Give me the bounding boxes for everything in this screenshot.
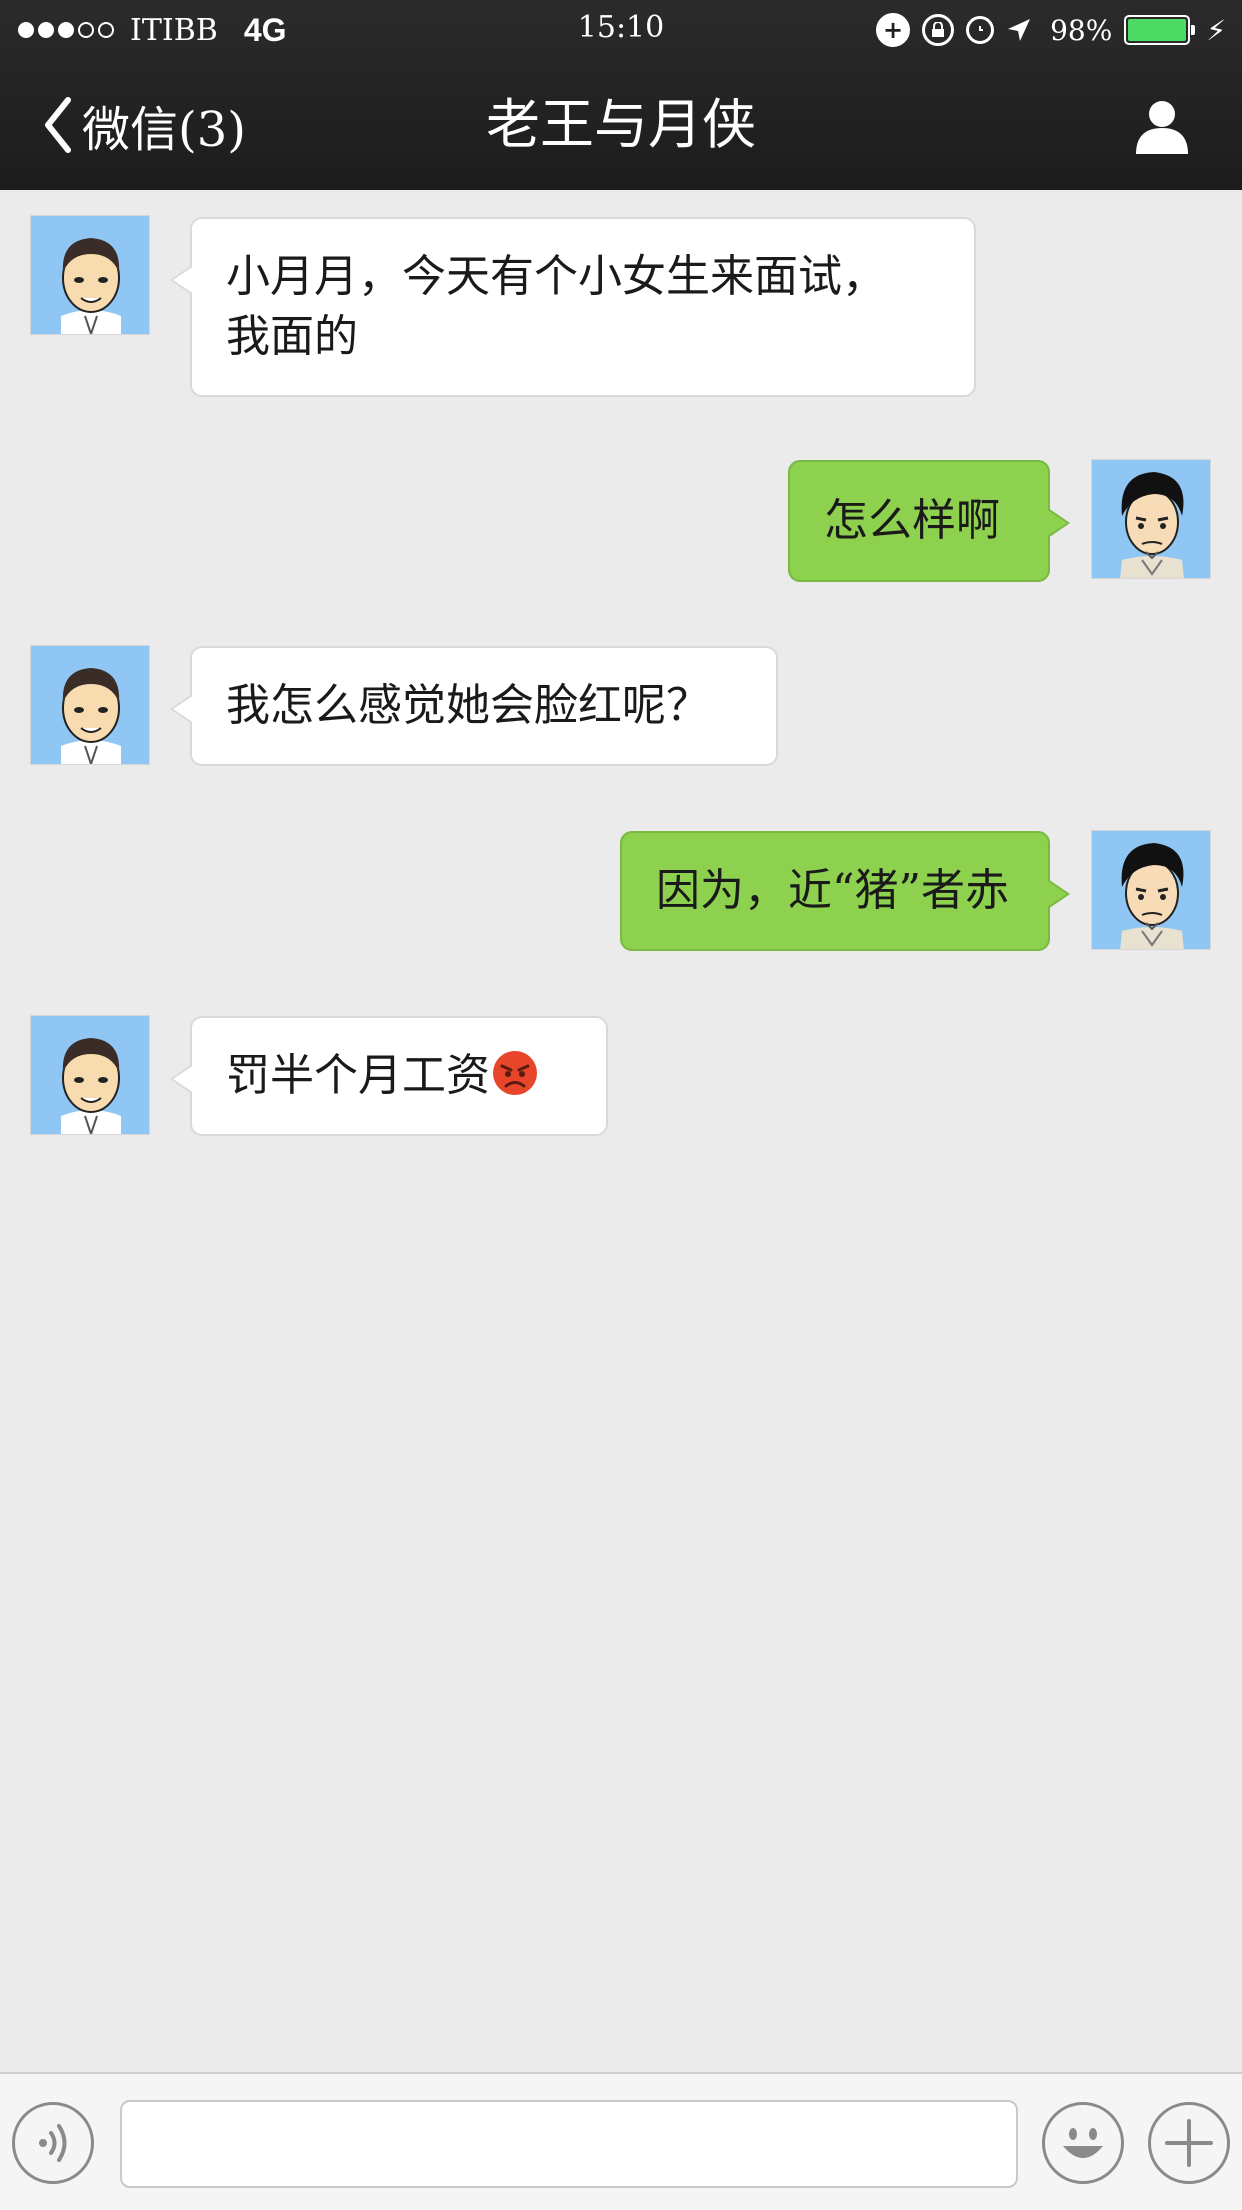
top-bar: ITIBB 4G 15:10 + 98% ⚡ 微信(3) 老王与月侠 bbox=[0, 0, 1242, 190]
emoji-button[interactable] bbox=[1042, 2102, 1124, 2184]
person-icon bbox=[1136, 101, 1188, 154]
cartoon-man-face-icon bbox=[1120, 472, 1184, 578]
message-text: 怎么样啊 bbox=[824, 495, 1000, 546]
outgoing-message-bubble[interactable]: 因为，近“猪”者赤 bbox=[620, 831, 1070, 951]
laowang-avatar[interactable] bbox=[30, 1015, 150, 1135]
yuexia-avatar[interactable] bbox=[1091, 459, 1211, 579]
battery-fill bbox=[1128, 19, 1187, 41]
incoming-message-bubble[interactable]: 我怎么感觉她会脸红呢？ bbox=[170, 646, 778, 766]
message-text: 因为，近“猪”者赤 bbox=[656, 865, 1009, 916]
charging-bolt-icon: ⚡ bbox=[1206, 13, 1226, 47]
message-input[interactable] bbox=[120, 2100, 1018, 2188]
plus-icon bbox=[1165, 2119, 1213, 2167]
laowang-avatar[interactable] bbox=[30, 645, 150, 765]
voice-button[interactable] bbox=[12, 2102, 94, 2184]
emoji-smiley-icon bbox=[1063, 2128, 1103, 2158]
status-bar: ITIBB 4G 15:10 + 98% ⚡ bbox=[0, 0, 1242, 60]
chat-info-button[interactable] bbox=[1132, 96, 1192, 156]
message-text: 我怎么感觉她会脸红呢？ bbox=[226, 680, 710, 731]
rotation-lock-icon bbox=[922, 14, 955, 46]
incoming-message-bubble[interactable]: 罚半个月工资 bbox=[170, 1016, 608, 1136]
alarm-icon bbox=[966, 16, 995, 44]
voice-icon bbox=[39, 2124, 67, 2162]
laowang-avatar[interactable] bbox=[30, 215, 150, 335]
angry-face-emoji bbox=[492, 1050, 538, 1112]
message-text: 罚半个月工资 bbox=[226, 1050, 490, 1101]
outgoing-message-bubble[interactable]: 怎么样啊 bbox=[788, 460, 1070, 582]
incoming-message-bubble[interactable]: 小月月，今天有个小女生来面试， 我面的 bbox=[170, 217, 976, 397]
cartoon-man-face-icon bbox=[61, 238, 121, 334]
add-circle-icon: + bbox=[876, 13, 911, 47]
cartoon-man-face-icon bbox=[1120, 843, 1184, 949]
nav-bar: 微信(3) 老王与月侠 bbox=[0, 60, 1242, 190]
input-bar bbox=[0, 2072, 1242, 2210]
location-arrow-icon bbox=[1008, 19, 1031, 41]
more-options-button[interactable] bbox=[1148, 2102, 1230, 2184]
cartoon-man-face-icon bbox=[61, 668, 121, 764]
battery-percent: 98% bbox=[1050, 13, 1113, 47]
status-right: + 98% ⚡ bbox=[876, 8, 1226, 52]
message-text-line: 小月月，今天有个小女生来面试， bbox=[226, 251, 886, 302]
battery-icon bbox=[1124, 15, 1196, 45]
yuexia-avatar[interactable] bbox=[1091, 830, 1211, 950]
cartoon-man-face-icon bbox=[61, 1038, 121, 1134]
message-text-line: 我面的 bbox=[226, 311, 358, 362]
chat-title: 老王与月侠 bbox=[486, 93, 756, 156]
